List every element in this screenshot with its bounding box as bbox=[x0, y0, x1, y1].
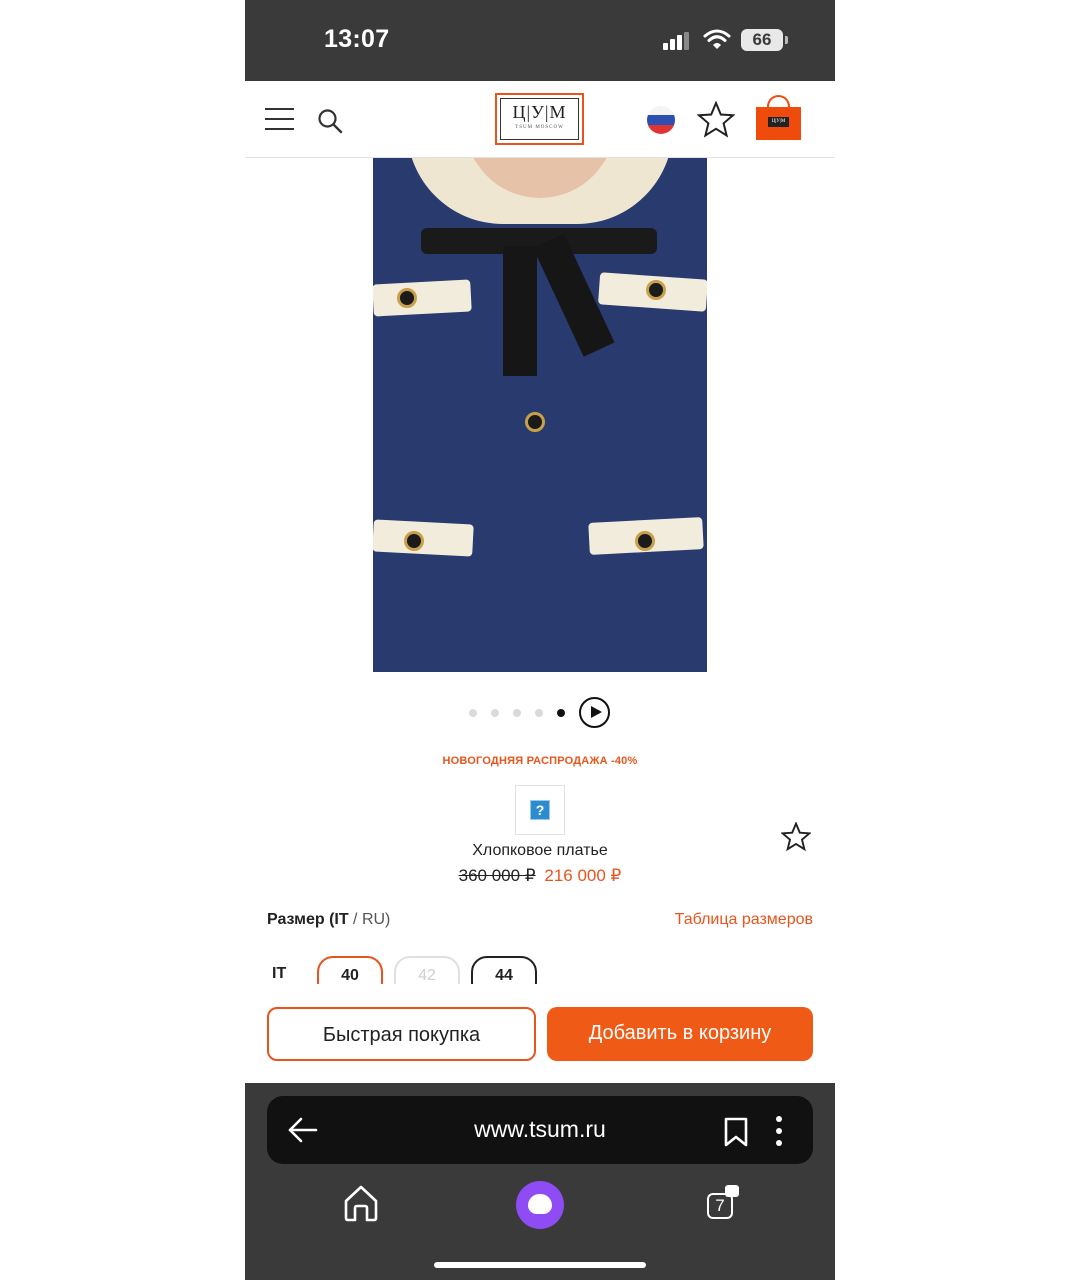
bookmark-icon[interactable] bbox=[723, 1117, 749, 1147]
size-chart-link[interactable]: Таблица размеров bbox=[675, 911, 813, 929]
size-system-label: IT bbox=[272, 965, 287, 982]
sale-price: 216 000 ₽ bbox=[544, 866, 622, 885]
brand-logo[interactable]: ? bbox=[515, 785, 565, 835]
size-option-40[interactable]: 40 bbox=[317, 956, 383, 984]
status-bar: 13:07 66 bbox=[245, 0, 835, 81]
search-icon[interactable] bbox=[317, 108, 343, 134]
size-options: IT 40 42 44 bbox=[267, 956, 813, 984]
gallery-dot-active[interactable] bbox=[557, 709, 565, 717]
cellular-signal-icon bbox=[663, 32, 691, 50]
product-image[interactable] bbox=[373, 158, 707, 672]
product-prices: 360 000 ₽ 216 000 ₽ bbox=[245, 866, 835, 886]
battery-indicator: 66 bbox=[741, 29, 788, 51]
old-price: 360 000 ₽ bbox=[458, 866, 536, 885]
browser-toolbar: www.tsum.ru 7 bbox=[245, 1083, 835, 1280]
wifi-icon bbox=[703, 29, 731, 49]
quick-buy-button[interactable]: Быстрая покупка bbox=[267, 1007, 536, 1061]
cart-bag-icon[interactable]: Ц|У|М bbox=[756, 95, 801, 140]
size-label: Размер (IT / RU) bbox=[267, 911, 391, 928]
alice-assistant-icon[interactable] bbox=[516, 1181, 564, 1229]
home-icon[interactable] bbox=[342, 1183, 380, 1223]
gallery-dot[interactable] bbox=[491, 709, 499, 717]
site-header: Ц|У|М TSUM MOSCOW Ц|У|М bbox=[245, 81, 835, 158]
status-time: 13:07 bbox=[324, 25, 390, 53]
menu-icon[interactable] bbox=[265, 107, 294, 131]
tabs-icon[interactable]: 7 bbox=[701, 1183, 741, 1223]
cart-logo-label: Ц|У|М bbox=[768, 117, 789, 127]
tsum-logo[interactable]: Ц|У|М TSUM MOSCOW bbox=[495, 93, 584, 145]
logo-subtext: TSUM MOSCOW bbox=[515, 125, 564, 130]
home-indicator bbox=[434, 1262, 646, 1268]
size-header: Размер (IT / RU) Таблица размеров bbox=[267, 911, 813, 929]
gallery-dot[interactable] bbox=[513, 709, 521, 717]
broken-image-icon: ? bbox=[530, 800, 550, 820]
favorites-star-icon[interactable] bbox=[697, 101, 735, 139]
promo-label: НОВОГОДНЯЯ РАСПРОДАЖА -40% bbox=[442, 755, 638, 767]
address-bar[interactable]: www.tsum.ru bbox=[267, 1096, 813, 1164]
gallery-dot[interactable] bbox=[535, 709, 543, 717]
product-name: Хлопковое платье bbox=[472, 842, 608, 859]
play-video-icon[interactable] bbox=[579, 697, 610, 728]
wishlist-star-icon[interactable] bbox=[781, 822, 811, 852]
gallery-pagination bbox=[466, 697, 616, 729]
more-options-icon[interactable] bbox=[775, 1116, 783, 1146]
incognito-badge-icon bbox=[725, 1185, 739, 1197]
phone-screen: 13:07 66 Ц|У|М TSUM MOSCOW Ц|У|М НОВОГОД… bbox=[245, 0, 835, 1280]
size-option-44[interactable]: 44 bbox=[471, 956, 537, 984]
gallery-dot[interactable] bbox=[469, 709, 477, 717]
logo-text: Ц|У|М bbox=[512, 102, 567, 122]
russia-flag-icon[interactable] bbox=[647, 106, 675, 134]
size-option-42: 42 bbox=[394, 956, 460, 984]
add-to-cart-button[interactable]: Добавить в корзину bbox=[547, 1007, 813, 1061]
